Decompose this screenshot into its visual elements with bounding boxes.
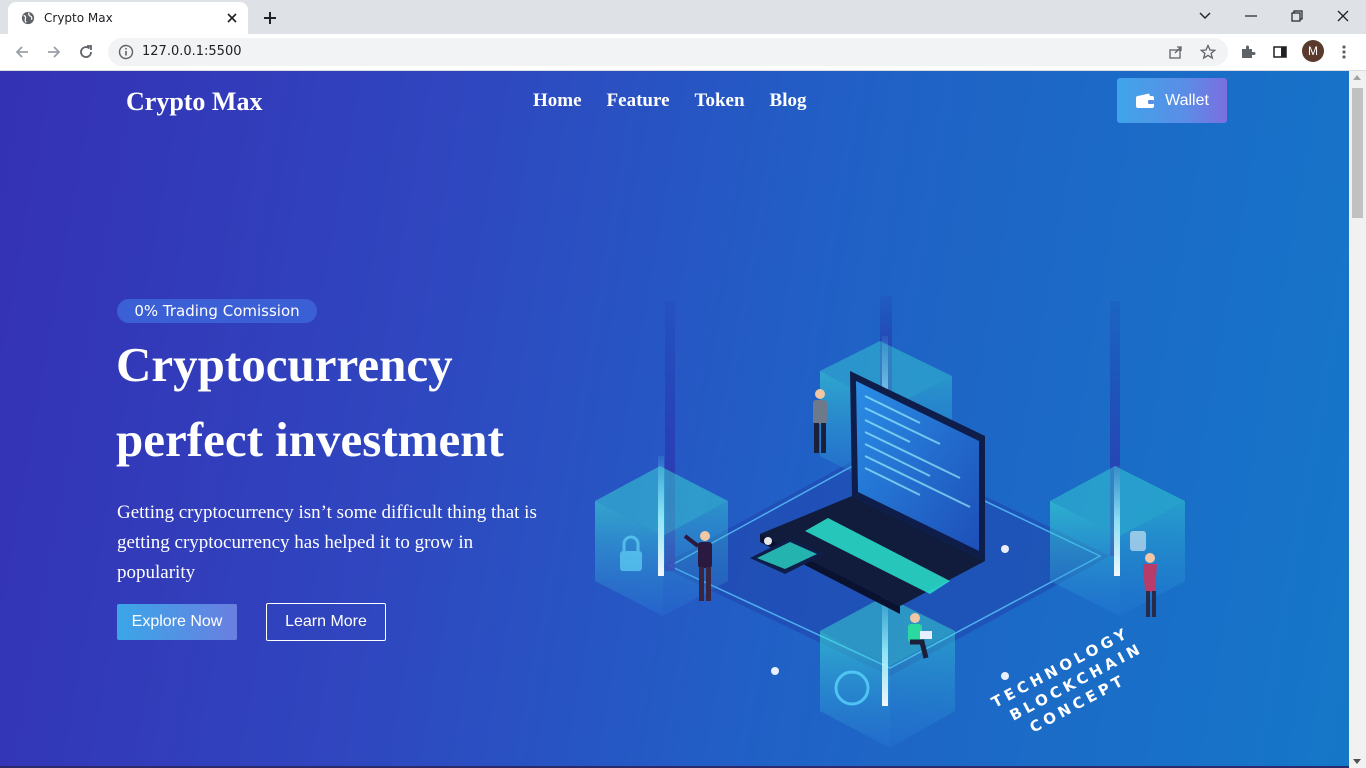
wallet-button[interactable]: Wallet — [1117, 78, 1227, 123]
scroll-down-arrow-icon[interactable] — [1353, 759, 1361, 764]
tab-search-button[interactable] — [1182, 0, 1228, 32]
nav-blog[interactable]: Blog — [770, 90, 807, 112]
hero-description: Getting cryptocurrency isn’t some diffic… — [117, 502, 537, 583]
info-icon[interactable] — [118, 44, 134, 60]
hero-title-line-1: Cryptocurrency — [116, 337, 453, 392]
browser-toolbar: 127.0.0.1:5500 M — [0, 34, 1366, 71]
globe-icon — [21, 11, 35, 25]
commission-badge: 0% Trading Comission — [117, 299, 317, 323]
cube-right — [1050, 466, 1185, 616]
profile-avatar[interactable]: M — [1302, 40, 1324, 62]
url-text: 127.0.0.1:5500 — [142, 44, 242, 59]
close-icon — [1337, 10, 1349, 22]
browser-tab-strip: Crypto Max — [0, 0, 1366, 34]
arrow-left-icon — [15, 46, 28, 58]
page-scrollbar[interactable] — [1349, 71, 1366, 768]
chevron-down-icon — [1199, 12, 1211, 19]
arrow-right-icon — [48, 46, 61, 58]
nav-home[interactable]: Home — [533, 90, 582, 112]
share-icon[interactable] — [1168, 44, 1184, 60]
tab-title: Crypto Max — [44, 11, 113, 25]
plus-icon — [264, 12, 276, 24]
restore-button[interactable] — [1274, 0, 1320, 32]
site-logo[interactable]: Crypto Max — [126, 87, 262, 117]
extensions-button[interactable] — [1237, 41, 1259, 63]
side-panel-button[interactable] — [1269, 41, 1291, 63]
forward-button[interactable] — [43, 41, 65, 63]
nav-feature[interactable]: Feature — [607, 90, 670, 112]
close-tab-icon[interactable] — [224, 10, 240, 26]
address-bar[interactable]: 127.0.0.1:5500 — [108, 38, 1228, 66]
hero-title: Cryptocurrency perfect investment — [116, 327, 576, 477]
puzzle-icon — [1242, 45, 1256, 58]
scroll-up-arrow-icon[interactable] — [1353, 75, 1361, 80]
scrollbar-thumb[interactable] — [1352, 88, 1363, 218]
reload-icon — [80, 45, 92, 58]
side-panel-icon — [1273, 46, 1287, 58]
kebab-menu-icon — [1342, 45, 1346, 59]
minimize-icon — [1245, 15, 1257, 17]
blockchain-illustration: TECHNOLOGY BLOCKCHAIN CONCEPT — [595, 296, 1185, 748]
new-tab-button[interactable] — [257, 5, 283, 31]
hero-title-line-2: perfect investment — [116, 412, 504, 467]
restore-icon — [1291, 10, 1303, 22]
reload-button[interactable] — [75, 41, 97, 63]
learn-more-button[interactable]: Learn More — [266, 603, 386, 641]
nav-token[interactable]: Token — [695, 90, 745, 112]
wallet-icon — [1136, 93, 1155, 108]
main-nav: Home Feature Token Blog — [533, 90, 806, 112]
minimize-button[interactable] — [1228, 0, 1274, 32]
close-window-button[interactable] — [1320, 0, 1366, 32]
browser-tab[interactable]: Crypto Max — [8, 2, 248, 34]
explore-now-button[interactable]: Explore Now — [117, 604, 237, 640]
back-button[interactable] — [11, 41, 33, 63]
hero-section: Crypto Max Home Feature Token Blog Walle… — [0, 71, 1349, 768]
menu-button[interactable] — [1333, 41, 1355, 63]
star-icon[interactable] — [1200, 44, 1216, 60]
wallet-label: Wallet — [1165, 91, 1209, 109]
